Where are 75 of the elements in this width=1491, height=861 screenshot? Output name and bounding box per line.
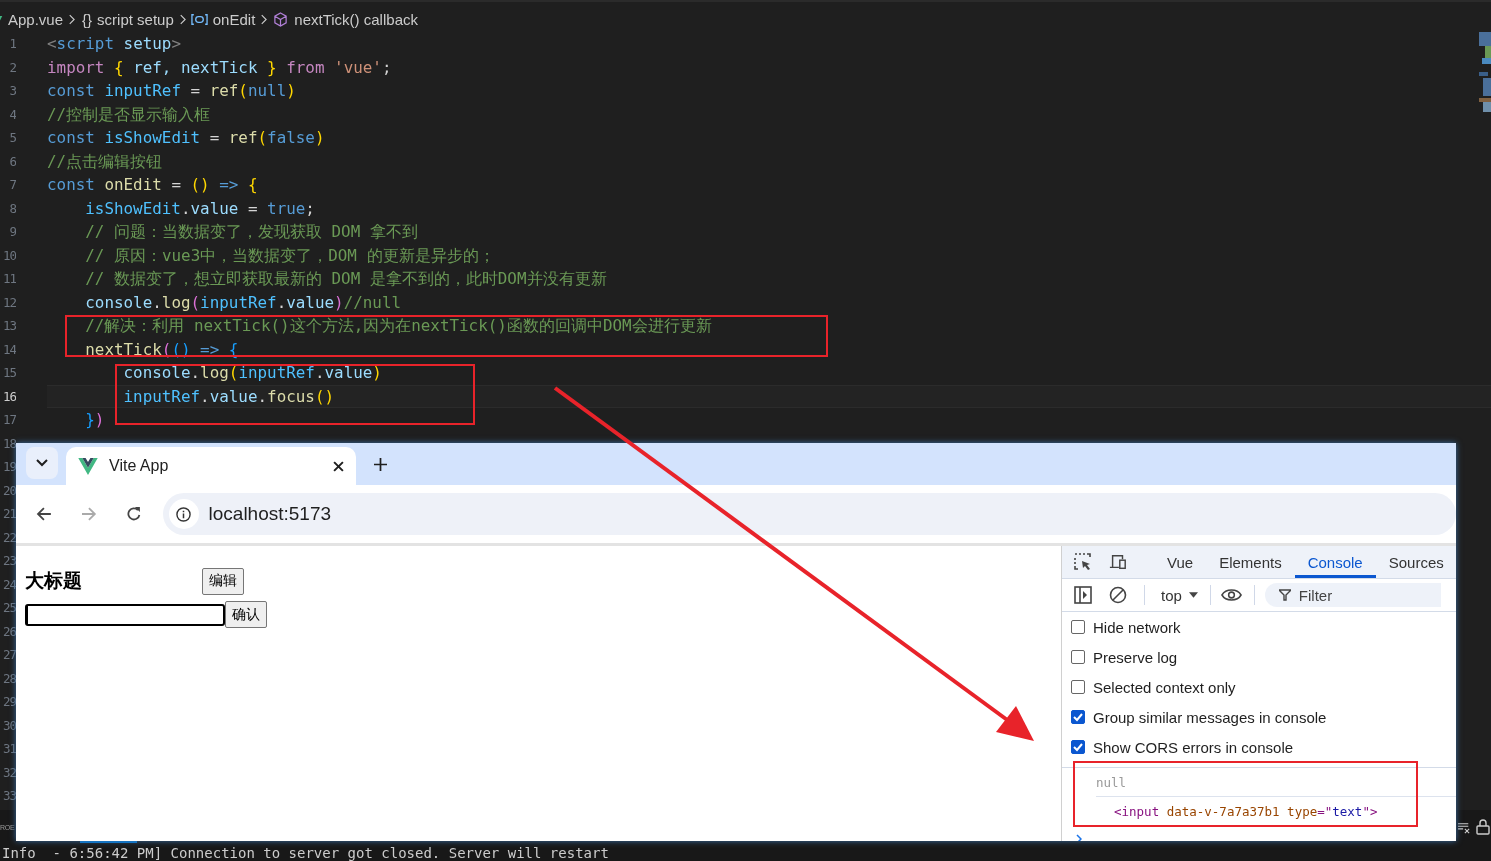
console-element[interactable]: <input data-v-7a7a37b1 type="text"> xyxy=(1114,803,1378,819)
code-line: const inputRef = ref(null) xyxy=(47,81,296,100)
code-line: inputRef.value.focus() xyxy=(122,386,335,406)
line-number: 27 xyxy=(2,646,16,664)
line-number: 8 xyxy=(9,199,16,218)
devtools-tab[interactable]: Sources xyxy=(1375,546,1456,578)
line-number: 24 xyxy=(2,575,16,594)
line-number: 4 xyxy=(9,105,16,124)
code-line: console.log(inputRef.value) xyxy=(122,363,382,382)
context-dropdown[interactable]: top xyxy=(1155,585,1204,605)
line-number: 9 xyxy=(9,223,16,241)
devtools-tab[interactable]: Elements xyxy=(1206,546,1295,578)
code-line: }) xyxy=(84,410,105,429)
address-bar[interactable]: localhost:5173 xyxy=(162,493,1456,535)
code-line: const isShowEdit = ref(false) xyxy=(47,128,325,147)
code-line: //控制是否显示输入框 xyxy=(47,104,211,124)
url-text: localhost:5173 xyxy=(208,503,332,525)
breadcrumb-item[interactable]: nextTick() callback xyxy=(294,10,418,28)
line-number: 3 xyxy=(9,82,16,100)
checkbox-label: Selected context only xyxy=(1093,678,1236,696)
line-number: 7 xyxy=(9,176,16,194)
line-number: 5 xyxy=(9,129,16,147)
checkbox-label: Group similar messages in console xyxy=(1093,708,1327,726)
code-line: //点击编辑按钮 xyxy=(47,151,163,171)
line-number: 29 xyxy=(2,693,16,711)
confirm-button[interactable]: 确认 xyxy=(225,601,267,628)
line-number: 15 xyxy=(2,364,16,382)
line-number: 19 xyxy=(2,458,16,476)
line-number: 20 xyxy=(2,481,16,500)
line-number: 32 xyxy=(2,763,16,782)
line-number: 17 xyxy=(2,411,16,429)
line-number: 25 xyxy=(2,599,16,617)
line-number: 1 xyxy=(9,35,16,53)
checkbox-label: Show CORS errors in console xyxy=(1093,738,1294,756)
code-line: import { ref, nextTick } from 'vue'; xyxy=(47,57,392,77)
code-line: // 数据变了，想立即获取最新的 DOM 是拿不到的，此时DOM并没有更新 xyxy=(84,269,607,288)
braces-icon: {} xyxy=(82,10,93,28)
breadcrumb-item[interactable]: App.vue xyxy=(8,10,64,28)
line-number: 10 xyxy=(2,246,16,265)
line-number: 21 xyxy=(2,505,16,523)
checkbox-label: Preserve log xyxy=(1093,648,1178,666)
line-number: 22 xyxy=(2,528,16,547)
code-line: // 原因：vue3中，当数据变了，DOM 的更新是异步的； xyxy=(84,245,495,265)
browser-tab[interactable]: Vite App xyxy=(66,447,356,485)
devtools-tab[interactable]: Console xyxy=(1294,546,1376,578)
filter-field[interactable]: Filter xyxy=(1264,583,1441,607)
terminal-line: Info - 6:56:42 PM] Connection to server got closed. Server will restart xyxy=(1,845,609,861)
line-number: 2 xyxy=(9,58,16,77)
line-number: 30 xyxy=(2,716,16,735)
page-heading: 大标题 xyxy=(25,568,83,593)
code-line: // 问题：当数据变了，发现获取 DOM 拿不到 xyxy=(84,222,418,241)
code-line: console.log(inputRef.value)//null xyxy=(84,292,402,312)
line-number: 11 xyxy=(2,270,16,288)
line-number: 12 xyxy=(2,293,16,312)
tab-title: Vite App xyxy=(109,457,170,475)
code-line: isShowEdit.value = true; xyxy=(84,198,315,218)
line-number: 6 xyxy=(9,152,16,171)
code-line: <script setup> xyxy=(47,34,181,53)
line-number: 14 xyxy=(2,340,16,359)
line-number: 26 xyxy=(2,622,16,641)
code-line: const onEdit = () => { xyxy=(47,175,258,194)
line-number: 16 xyxy=(2,387,16,406)
line-number: 33 xyxy=(2,787,16,805)
line-number: 13 xyxy=(2,317,16,335)
breadcrumb-item[interactable]: script setup xyxy=(97,10,174,28)
line-number: 18 xyxy=(2,434,16,453)
code-line: //解决：利用 nextTick()这个方法,因为在nextTick()函数的回调中DOM会进行更新 xyxy=(84,316,712,335)
line-number: 28 xyxy=(2,669,16,688)
line-number: 23 xyxy=(2,552,16,570)
checkbox-label: Hide network xyxy=(1093,618,1181,636)
edit-button[interactable]: 编辑 xyxy=(202,567,244,595)
console-value: null xyxy=(1096,774,1127,790)
devtools-tab[interactable]: Vue xyxy=(1154,546,1207,578)
line-number: 31 xyxy=(2,740,16,758)
breadcrumb-item[interactable]: onEdit xyxy=(212,10,256,28)
